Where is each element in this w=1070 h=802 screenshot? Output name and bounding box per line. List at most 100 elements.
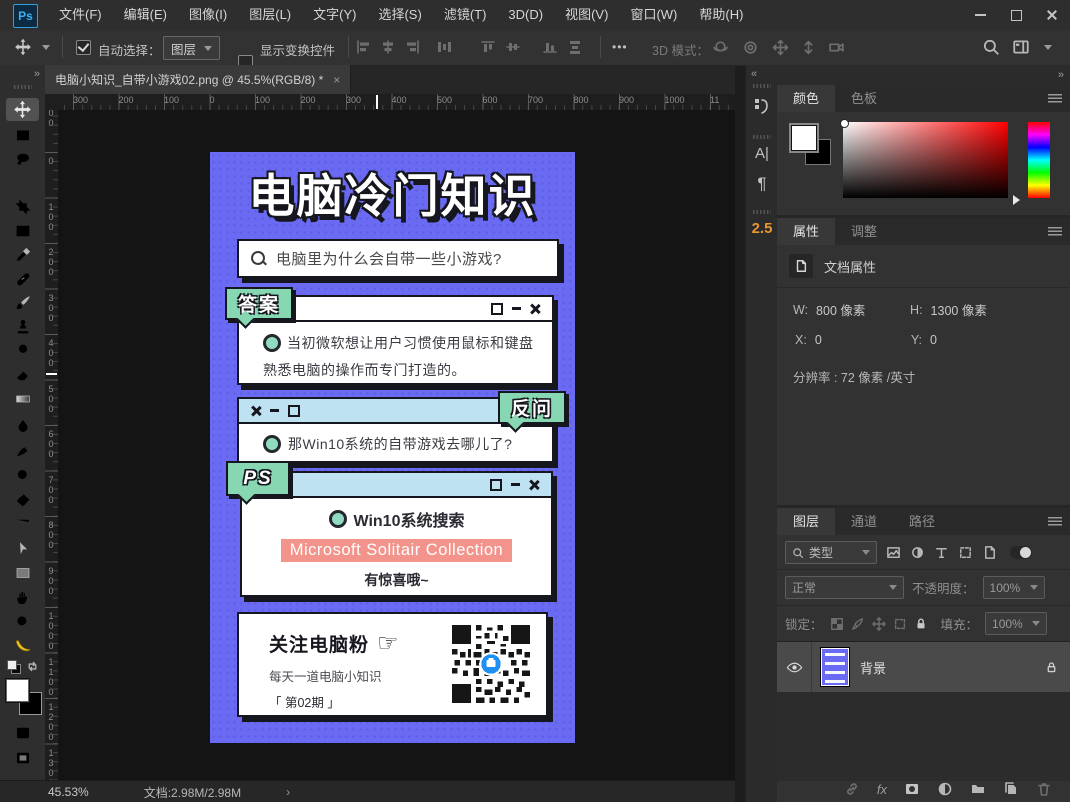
new-layer-icon[interactable] <box>1003 781 1019 797</box>
menu-type[interactable]: 文字(Y) <box>302 0 367 30</box>
auto-select-target-dropdown[interactable]: 图层 <box>163 36 220 60</box>
hue-bar[interactable] <box>1028 122 1050 198</box>
tab-layers[interactable]: 图层 <box>777 508 835 535</box>
filter-image-icon[interactable] <box>886 545 901 560</box>
gradient-tool[interactable] <box>6 387 39 410</box>
fill-dropdown[interactable]: 100% <box>985 612 1047 635</box>
layer-style-fx-icon[interactable]: fx <box>877 782 887 797</box>
spot-healing-tool[interactable] <box>6 267 39 290</box>
move-tool[interactable] <box>6 98 39 121</box>
distribute-centers-icon[interactable] <box>436 39 452 55</box>
type-tool[interactable] <box>6 513 39 536</box>
resolution-value[interactable]: 分辨率 : 72 像素 /英寸 <box>793 371 915 385</box>
canvas-pasteboard[interactable]: 电脑冷门知识 电脑里为什么会自带一些小游戏? 答案 <box>58 110 735 780</box>
w-value[interactable]: 800 像素 <box>816 300 902 319</box>
eyedropper-tool[interactable] <box>6 243 39 266</box>
3d-pan-icon[interactable] <box>772 39 789 56</box>
dodge-tool[interactable] <box>6 464 39 487</box>
blend-mode-dropdown[interactable]: 正常 <box>785 576 904 599</box>
layer-filter-dropdown[interactable]: 类型 <box>785 541 877 564</box>
align-top-icon[interactable] <box>480 39 496 55</box>
pen-tool[interactable] <box>6 489 39 512</box>
align-bottom-icon[interactable] <box>542 39 558 55</box>
document-tab[interactable]: 电脑小知识_自带小游戏02.png @ 45.5%(RGB/8) * × <box>45 65 351 94</box>
rectangle-tool[interactable] <box>6 561 39 584</box>
distribute-h-icon[interactable] <box>567 39 583 55</box>
panel-menu-icon[interactable] <box>1048 517 1062 526</box>
zoom-tool[interactable] <box>6 610 39 633</box>
more-options-button[interactable]: ••• <box>612 40 628 54</box>
menu-filter[interactable]: 滤镜(T) <box>433 0 498 30</box>
tab-adjustments[interactable]: 调整 <box>835 218 893 245</box>
menu-file[interactable]: 文件(F) <box>48 0 113 30</box>
dock-expand-icon[interactable]: « <box>746 65 778 80</box>
lock-all-icon[interactable] <box>914 617 928 631</box>
menu-edit[interactable]: 编辑(E) <box>113 0 178 30</box>
new-group-icon[interactable] <box>970 781 986 797</box>
toolbox-collapse-icon[interactable]: » <box>34 68 40 80</box>
dock-collapse-icon[interactable]: » <box>1058 69 1064 81</box>
lock-position-icon[interactable] <box>872 617 886 631</box>
menu-layer[interactable]: 图层(L) <box>238 0 302 30</box>
poster-canvas[interactable]: 电脑冷门知识 电脑里为什么会自带一些小游戏? 答案 <box>210 152 575 743</box>
screen-mode-button[interactable] <box>6 746 39 769</box>
visibility-eye-icon[interactable] <box>777 659 811 676</box>
panel-menu-icon[interactable] <box>1048 227 1062 236</box>
lock-artboard-icon[interactable] <box>893 617 907 631</box>
close-button[interactable] <box>1034 0 1070 30</box>
lock-pixels-icon[interactable] <box>851 617 865 631</box>
quick-selection-tool[interactable] <box>6 171 39 194</box>
layer-row-background[interactable]: 背景 <box>777 642 1070 692</box>
tab-color[interactable]: 颜色 <box>777 85 835 112</box>
brushes-panel-icon[interactable] <box>746 96 778 116</box>
tool-preset-chevron[interactable] <box>42 45 50 50</box>
lasso-tool[interactable] <box>6 147 39 170</box>
color-picker-handle[interactable] <box>840 119 849 128</box>
menu-help[interactable]: 帮助(H) <box>688 0 754 30</box>
ruler-corner[interactable] <box>45 94 59 111</box>
x-value[interactable]: 0 <box>815 333 903 347</box>
menu-3d[interactable]: 3D(D) <box>497 0 554 30</box>
slice-tool[interactable] <box>6 219 39 242</box>
tab-swatches[interactable]: 色板 <box>835 85 893 112</box>
menu-image[interactable]: 图像(I) <box>178 0 238 30</box>
hand-tool[interactable] <box>6 586 39 609</box>
menu-view[interactable]: 视图(V) <box>554 0 619 30</box>
maximize-button[interactable] <box>998 0 1034 30</box>
clone-stamp-tool[interactable] <box>6 315 39 338</box>
y-value[interactable]: 0 <box>930 333 937 347</box>
opacity-dropdown[interactable]: 100% <box>983 576 1045 599</box>
3d-slide-icon[interactable] <box>800 39 817 56</box>
vertical-ruler[interactable]: 1000100200300400500600700800900100011001… <box>45 110 58 780</box>
character-panel-icon[interactable]: A| <box>746 145 778 162</box>
3d-camera-icon[interactable] <box>828 39 845 56</box>
banana-plugin-tool[interactable] <box>6 635 39 658</box>
h-value[interactable]: 1300 像素 <box>931 300 987 319</box>
new-adjustment-icon[interactable] <box>937 781 953 797</box>
color-swatches[interactable] <box>791 125 831 165</box>
align-right-icon[interactable] <box>405 39 421 55</box>
menu-select[interactable]: 选择(S) <box>367 0 432 30</box>
3d-orbit-icon[interactable] <box>712 39 729 56</box>
lock-transparency-icon[interactable] <box>830 617 844 631</box>
swap-colors-icon[interactable] <box>26 660 39 673</box>
align-left-icon[interactable] <box>355 39 371 55</box>
smudge-tool[interactable] <box>6 439 39 462</box>
zoom-percentage[interactable]: 45.53% <box>48 785 89 799</box>
layer-name[interactable]: 背景 <box>860 658 886 677</box>
menu-window[interactable]: 窗口(W) <box>619 0 688 30</box>
history-brush-tool[interactable] <box>6 339 39 362</box>
saturation-field[interactable] <box>843 122 1008 198</box>
status-chevron-icon[interactable]: › <box>286 785 290 799</box>
blur-tool[interactable] <box>6 414 39 437</box>
filter-adjustment-icon[interactable] <box>910 545 925 560</box>
filter-toggle[interactable] <box>1010 546 1032 559</box>
plugin-2-5-panel-icon[interactable]: 2.5 <box>746 220 778 237</box>
path-select-tool[interactable] <box>6 537 39 560</box>
auto-select-checkbox[interactable] <box>76 40 91 55</box>
workspace-switcher-icon[interactable] <box>1012 38 1030 56</box>
filter-type-icon[interactable] <box>934 545 949 560</box>
marquee-tool[interactable] <box>6 123 39 146</box>
tab-channels[interactable]: 通道 <box>835 508 893 535</box>
horizontal-ruler[interactable]: 3002001000100200300400500600700800900100… <box>58 94 735 110</box>
